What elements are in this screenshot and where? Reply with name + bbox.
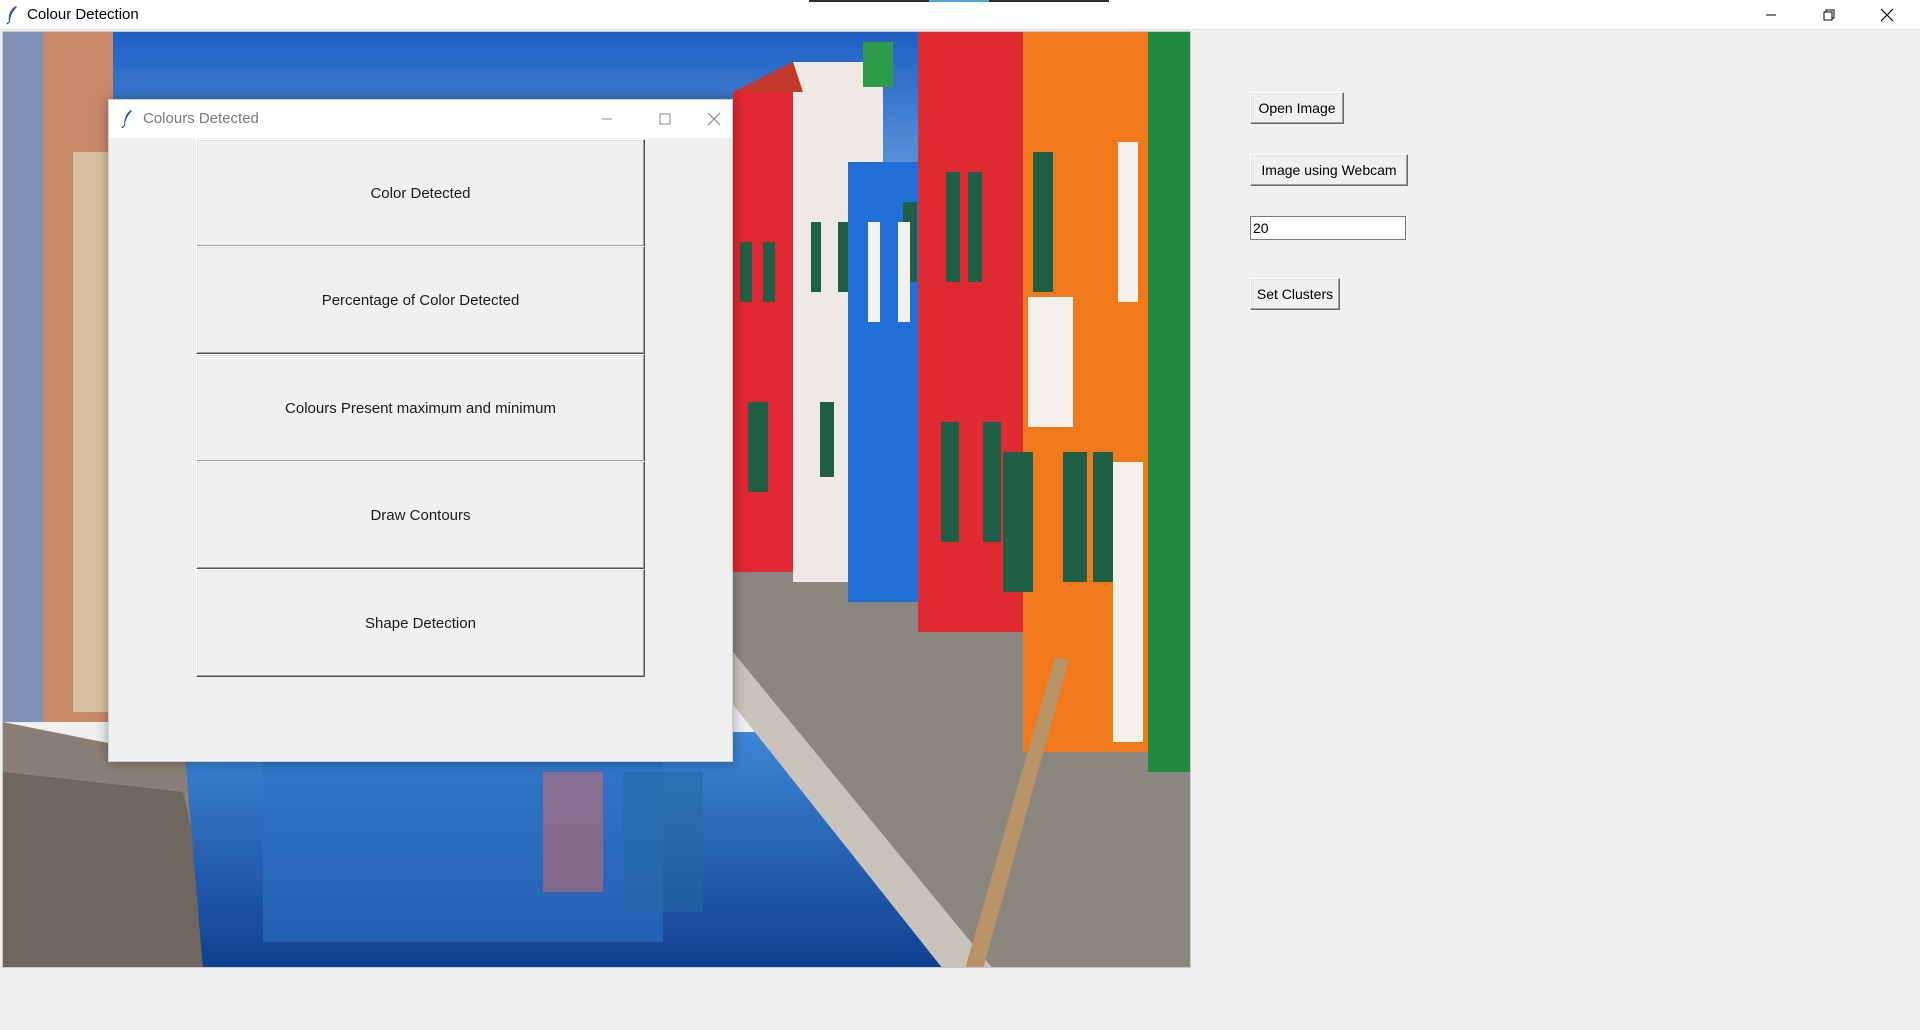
- feather-icon: [6, 6, 17, 25]
- minimize-icon: [602, 118, 612, 120]
- color-detected-button[interactable]: Color Detected: [196, 139, 645, 247]
- draw-contours-button[interactable]: Draw Contours: [196, 461, 645, 569]
- feather-icon: [121, 110, 132, 129]
- minimize-button[interactable]: [1742, 0, 1800, 30]
- webcam-image-button[interactable]: Image using Webcam: [1250, 154, 1408, 186]
- colours-max-min-button[interactable]: Colours Present maximum and minimum: [196, 354, 645, 462]
- clusters-input[interactable]: [1250, 216, 1406, 240]
- minimize-icon: [1766, 14, 1776, 16]
- set-clusters-button[interactable]: Set Clusters: [1250, 278, 1340, 310]
- window-title: Colour Detection: [27, 6, 139, 23]
- popup-minimize-button[interactable]: [578, 100, 636, 138]
- percentage-color-button[interactable]: Percentage of Color Detected: [196, 246, 645, 354]
- popup-title: Colours Detected: [143, 110, 259, 127]
- main-titlebar: Colour Detection: [0, 0, 1920, 30]
- close-button[interactable]: [1858, 0, 1916, 30]
- shape-detection-button[interactable]: Shape Detection: [196, 569, 645, 677]
- open-image-button[interactable]: Open Image: [1250, 92, 1344, 124]
- popup-close-button[interactable]: [694, 100, 734, 138]
- restore-icon: [1823, 9, 1835, 21]
- maximize-icon: [659, 113, 671, 125]
- close-icon: [707, 112, 721, 126]
- close-icon: [1880, 8, 1894, 22]
- popup-titlebar: Colours Detected: [109, 100, 732, 138]
- colours-detected-window: Colours Detected Color Detected Percenta…: [108, 99, 733, 762]
- taskbar-indicator: [809, 0, 1109, 2]
- restore-button[interactable]: [1800, 0, 1858, 30]
- popup-maximize-button[interactable]: [636, 100, 694, 138]
